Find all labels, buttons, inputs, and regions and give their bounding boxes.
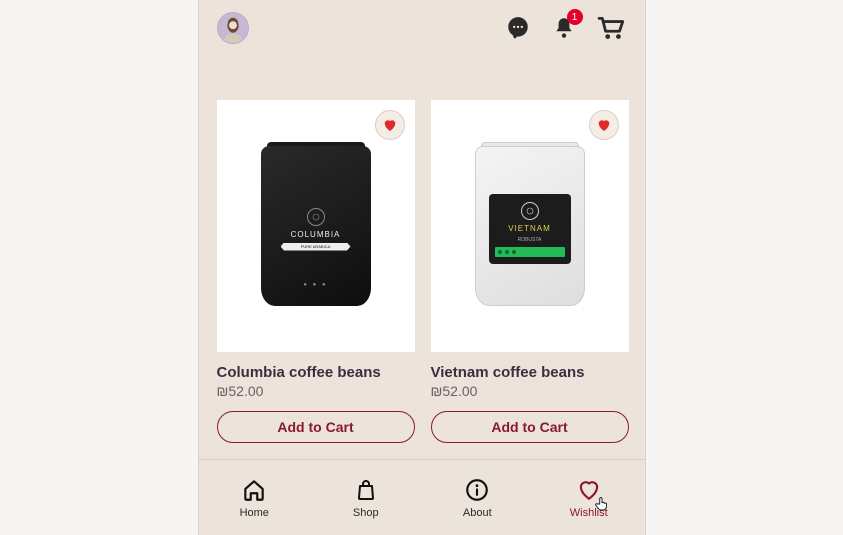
add-to-cart-button[interactable]: Add to Cart	[217, 411, 415, 443]
bag-icon	[354, 477, 378, 503]
nav-label: Shop	[353, 507, 379, 519]
notification-badge: 1	[567, 9, 583, 25]
product-image[interactable]: COLUMBIA PURE ARABICA ● ● ●	[217, 100, 415, 352]
product-grid: COLUMBIA PURE ARABICA ● ● ● Columbia cof…	[217, 100, 627, 443]
bag-label-text: COLUMBIA	[291, 230, 341, 239]
nav-label: About	[463, 507, 492, 519]
heart-icon	[382, 117, 398, 133]
product-price: ₪52.00	[431, 383, 629, 399]
app-frame: 1	[198, 0, 646, 535]
home-icon	[241, 477, 267, 503]
avatar[interactable]	[217, 12, 249, 44]
notifications-button[interactable]: 1	[551, 15, 577, 41]
top-bar-actions: 1	[505, 15, 627, 41]
cart-icon	[597, 15, 627, 41]
avatar-image	[218, 13, 248, 43]
bottom-nav: Home Shop About Wishlist	[199, 459, 645, 535]
product-image[interactable]: VIETNAM ROBUSTA	[431, 100, 629, 352]
top-bar: 1	[199, 0, 645, 50]
product-price: ₪52.00	[217, 383, 415, 399]
nav-about[interactable]: About	[437, 477, 517, 519]
product-name: Vietnam coffee beans	[431, 364, 629, 381]
nav-label: Home	[240, 507, 269, 519]
cart-button[interactable]	[597, 15, 627, 41]
nav-label: Wishlist	[570, 507, 608, 519]
coffee-bag-black: COLUMBIA PURE ARABICA ● ● ●	[261, 146, 371, 306]
product-card: VIETNAM ROBUSTA Vietnam coffee beans ₪52…	[431, 100, 629, 443]
chat-button[interactable]	[505, 15, 531, 41]
chat-icon	[505, 15, 531, 41]
product-card: COLUMBIA PURE ARABICA ● ● ● Columbia cof…	[217, 100, 415, 443]
info-icon	[464, 477, 490, 503]
wishlist-toggle[interactable]	[375, 110, 405, 140]
product-name: Columbia coffee beans	[217, 364, 415, 381]
wishlist-content: COLUMBIA PURE ARABICA ● ● ● Columbia cof…	[199, 50, 645, 459]
heart-outline-icon	[576, 477, 602, 503]
nav-wishlist[interactable]: Wishlist	[549, 477, 629, 519]
nav-home[interactable]: Home	[214, 477, 294, 519]
add-to-cart-button[interactable]: Add to Cart	[431, 411, 629, 443]
nav-shop[interactable]: Shop	[326, 477, 406, 519]
coffee-bag-white: VIETNAM ROBUSTA	[475, 146, 585, 306]
heart-icon	[596, 117, 612, 133]
wishlist-toggle[interactable]	[589, 110, 619, 140]
bag-label-text: VIETNAM	[508, 224, 551, 233]
